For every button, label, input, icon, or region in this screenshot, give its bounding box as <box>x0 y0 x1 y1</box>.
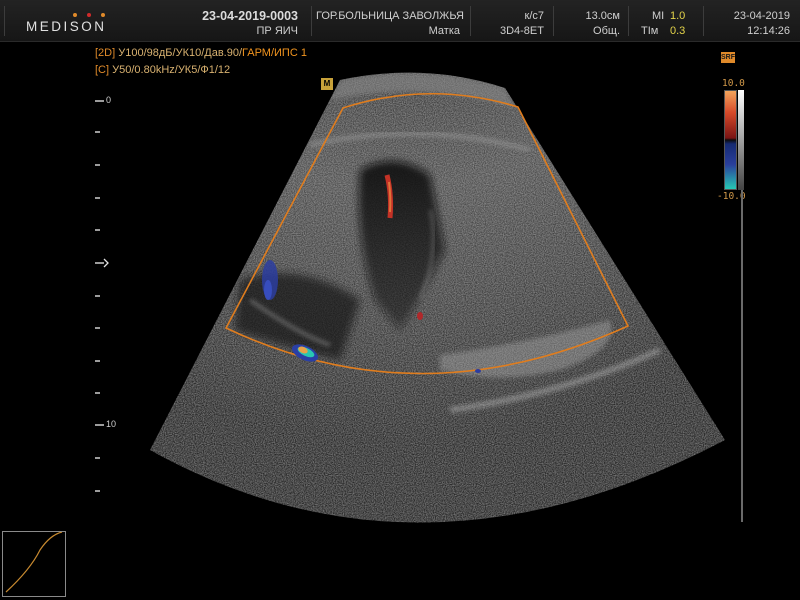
depth-label-10: 10 <box>106 419 117 429</box>
gamma-curve-box[interactable] <box>2 531 66 597</box>
scroll-track[interactable] <box>741 190 743 522</box>
ultrasound-image[interactable] <box>0 0 800 600</box>
depth-scale <box>95 100 109 492</box>
focus-arrow-icon <box>103 258 109 268</box>
grayscale-bar <box>738 90 744 190</box>
color-velocity-bar <box>724 90 737 190</box>
depth-label-0: 0 <box>106 95 112 105</box>
scan-sector <box>150 72 725 523</box>
srf-badge: SRF <box>721 52 735 63</box>
m-marker-icon[interactable]: M <box>321 78 333 90</box>
colormap-top-label: 10.0 <box>722 78 745 89</box>
